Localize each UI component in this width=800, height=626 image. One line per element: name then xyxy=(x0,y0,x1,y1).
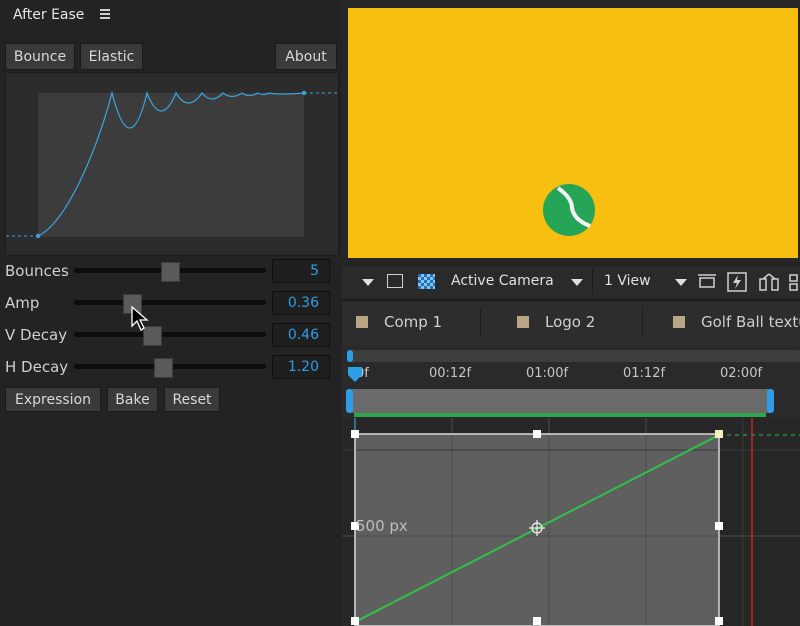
mouse-cursor-icon xyxy=(131,306,149,331)
ruler-tick-label: 00:12f xyxy=(429,366,472,381)
graph-value-label: 500 px xyxy=(356,517,408,535)
ruler-tick-label: 01:12f xyxy=(623,366,666,381)
curve-end-point xyxy=(301,90,307,96)
comp-label-swatch xyxy=(517,316,529,328)
duration-start-handle[interactable] xyxy=(346,389,353,413)
active-camera-select[interactable]: Active Camera xyxy=(451,273,554,289)
tennis-ball xyxy=(543,184,595,236)
tab-golf-ball-texture[interactable]: Golf Ball textu xyxy=(701,313,800,331)
timeline-ruler-area: 0f 00:12f 01:00f 01:12f 02:00f xyxy=(342,345,800,427)
region-of-interest-icon[interactable] xyxy=(387,274,403,288)
timeline-flowchart-icon[interactable] xyxy=(758,272,780,292)
about-button[interactable]: About xyxy=(275,43,337,70)
fast-preview-icon[interactable] xyxy=(727,272,747,292)
transparency-grid-icon[interactable] xyxy=(418,274,435,289)
ruler-tick-label: 01:00f xyxy=(526,366,569,381)
playhead-icon[interactable] xyxy=(347,365,363,387)
render-range-bar xyxy=(354,413,766,417)
amp-value[interactable]: 0.36 xyxy=(272,291,330,315)
comp-flowchart-icon[interactable] xyxy=(788,272,800,292)
curve-plot-area xyxy=(38,93,304,237)
ruler-tick-label: 02:00f xyxy=(720,366,763,381)
duration-end-handle[interactable] xyxy=(767,389,774,413)
after-ease-panel: After Ease Bounce Elastic About Bounces … xyxy=(0,0,342,626)
curve-start-point xyxy=(35,233,41,239)
v-decay-value[interactable]: 0.46 xyxy=(272,323,330,347)
composition-stage[interactable] xyxy=(348,8,798,258)
reset-button[interactable]: Reset xyxy=(164,387,220,412)
tab-logo-2[interactable]: Logo 2 xyxy=(545,313,595,331)
tab-divider xyxy=(642,308,643,338)
toggle-view-icon[interactable] xyxy=(697,273,717,291)
h-decay-slider-thumb[interactable] xyxy=(154,358,173,378)
view-layout-select[interactable]: 1 View xyxy=(604,273,651,289)
work-area-bar[interactable] xyxy=(348,350,800,362)
v-decay-slider[interactable] xyxy=(74,332,266,337)
tab-divider xyxy=(480,308,481,338)
expression-button[interactable]: Expression xyxy=(5,387,101,412)
work-area-start-handle[interactable] xyxy=(347,350,353,362)
v-decay-label: V Decay xyxy=(5,326,68,344)
bounces-label: Bounces xyxy=(5,262,69,280)
tab-comp-1[interactable]: Comp 1 xyxy=(384,313,442,331)
comp-label-swatch xyxy=(356,316,368,328)
ease-curve-graph xyxy=(5,72,339,256)
bake-button[interactable]: Bake xyxy=(107,387,158,412)
view-layout-chevron-icon[interactable] xyxy=(675,279,687,286)
viewer-toolbar: Active Camera 1 View xyxy=(342,266,800,298)
viewer-menu-chevron-icon[interactable] xyxy=(362,279,374,286)
toolbar-divider xyxy=(592,269,593,295)
panel-title: After Ease xyxy=(13,7,85,23)
panel-menu-icon[interactable] xyxy=(100,9,110,19)
bounces-slider-thumb[interactable] xyxy=(161,262,180,282)
bounces-value[interactable]: 5 xyxy=(272,259,330,283)
amp-slider[interactable] xyxy=(74,300,266,305)
camera-chevron-icon[interactable] xyxy=(571,279,583,286)
comp-duration-bar[interactable] xyxy=(350,389,772,413)
amp-label: Amp xyxy=(5,294,40,312)
bounce-button[interactable]: Bounce xyxy=(5,43,75,70)
h-decay-value[interactable]: 1.20 xyxy=(272,355,330,379)
comp-label-swatch xyxy=(673,316,685,328)
h-decay-label: H Decay xyxy=(5,358,69,376)
elastic-button[interactable]: Elastic xyxy=(80,43,143,70)
composition-tabs: Comp 1 Logo 2 Golf Ball textu xyxy=(342,300,800,345)
graph-editor[interactable]: 500 px xyxy=(342,418,800,626)
